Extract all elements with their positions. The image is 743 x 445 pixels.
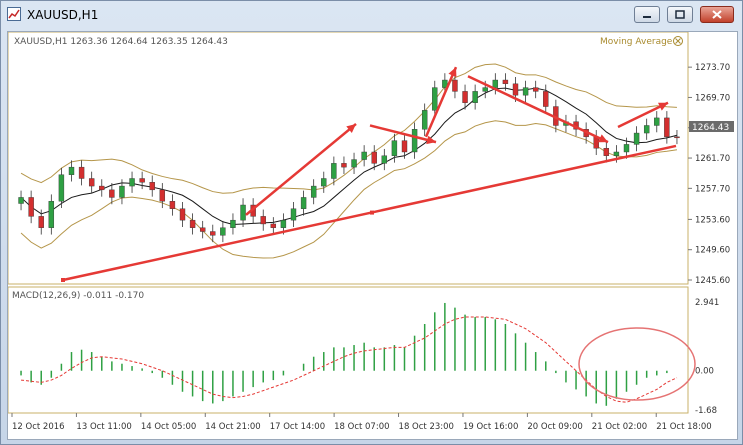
- minimize-button[interactable]: [634, 6, 660, 23]
- candle-body: [522, 87, 529, 96]
- candle-body: [260, 216, 266, 225]
- candle-body: [532, 87, 539, 92]
- price-axis-label: 1257.70: [695, 184, 730, 194]
- price-axis-label: 1261.70: [695, 154, 730, 164]
- candle-body: [99, 185, 105, 191]
- candle-body: [502, 79, 509, 85]
- candle-body: [381, 155, 388, 164]
- candle-body: [18, 197, 24, 204]
- macd-header: MACD(12,26,9) -0.011 -0.170: [12, 291, 144, 301]
- candle-body: [220, 227, 226, 236]
- candle-body: [230, 219, 236, 228]
- candle-body: [603, 147, 610, 156]
- macd-axis-label: -1.68: [695, 406, 717, 416]
- time-axis-label: 17 Oct 14:00: [270, 422, 325, 432]
- candle-body: [411, 129, 418, 153]
- price-axis-label: 1245.60: [695, 276, 730, 286]
- minimize-icon: [643, 16, 651, 18]
- candle-body: [129, 178, 135, 187]
- price-axis-label: 1273.70: [695, 63, 730, 73]
- candle-body: [189, 219, 196, 228]
- restore-icon: [675, 10, 685, 19]
- candle-body: [78, 166, 85, 179]
- candle-body: [331, 163, 337, 179]
- candle-body: [462, 91, 468, 103]
- restore-button[interactable]: [667, 6, 693, 23]
- current-price-label: 1264.43: [692, 123, 729, 133]
- time-axis-label: 14 Oct 05:00: [141, 422, 196, 432]
- candle-body: [149, 182, 155, 191]
- price-axis-label: 1269.70: [695, 93, 730, 103]
- candle-body: [48, 201, 55, 228]
- candle-body: [401, 140, 408, 153]
- time-axis-label: 19 Oct 16:00: [463, 422, 518, 432]
- candle-body: [169, 201, 176, 209]
- candle-body: [452, 79, 458, 92]
- candle-body: [341, 163, 347, 168]
- candle-body: [290, 208, 297, 221]
- candle-body: [58, 174, 65, 202]
- candle-body: [482, 87, 488, 92]
- candle-body: [300, 197, 307, 209]
- candle-body: [492, 79, 499, 88]
- close-button[interactable]: [700, 6, 734, 23]
- candle-body: [139, 178, 145, 183]
- chart-area[interactable]: 1273.701269.701265.701261.701257.701253.…: [7, 31, 738, 440]
- time-axis-label: 12 Oct 2016: [12, 422, 65, 432]
- candle-body: [159, 189, 166, 202]
- price-and-macd-chart[interactable]: 1273.701269.701265.701261.701257.701253.…: [7, 31, 737, 439]
- time-axis-label: 13 Oct 11:00: [76, 422, 131, 432]
- chart-window: XAUUSD,H1 1273.701269.701265.701261.7012…: [0, 0, 743, 445]
- candle-body: [210, 231, 216, 236]
- candle-body: [270, 223, 277, 228]
- macd-axis-label: 2.941: [695, 298, 719, 308]
- time-axis-label: 18 Oct 07:00: [334, 422, 389, 432]
- title-bar[interactable]: XAUUSD,H1: [1, 1, 742, 29]
- candle-body: [199, 227, 206, 232]
- trendline-anchor-start: [61, 278, 65, 282]
- candle-body: [472, 91, 478, 103]
- macd-axis-label: 0.00: [695, 367, 714, 377]
- main-chart-panel: [7, 31, 689, 285]
- time-axis-label: 20 Oct 09:00: [527, 422, 582, 432]
- candle-body: [68, 166, 75, 175]
- candle-body: [280, 219, 287, 228]
- candle-body: [361, 151, 367, 160]
- window-title: XAUUSD,H1: [27, 8, 99, 22]
- candle-body: [119, 185, 125, 198]
- candle-body: [654, 117, 660, 126]
- candle-body: [371, 151, 377, 164]
- chart-window-icon: [7, 7, 21, 21]
- candle-body: [240, 204, 246, 221]
- candle-body: [351, 159, 357, 168]
- candle-body: [643, 125, 650, 134]
- candle-body: [432, 87, 438, 111]
- candle-body: [543, 91, 549, 107]
- candle-body: [391, 140, 398, 156]
- candle-body: [88, 178, 95, 187]
- candle-body: [633, 132, 640, 145]
- candle-body: [674, 136, 680, 139]
- candle-body: [28, 197, 34, 217]
- close-icon: [712, 10, 722, 19]
- candle-body: [321, 178, 327, 187]
- time-axis-label: 21 Oct 02:00: [592, 422, 647, 432]
- candle-body: [512, 83, 519, 96]
- candle-body: [613, 151, 620, 156]
- candle-body: [623, 144, 630, 153]
- candle-body: [38, 216, 44, 228]
- main-chart-header: XAUUSD,H1 1263.36 1264.64 1263.35 1264.4…: [14, 37, 228, 47]
- moving-average-label: Moving Average: [600, 37, 673, 47]
- candle-body: [109, 189, 115, 198]
- candle-body: [664, 117, 670, 138]
- candle-body: [179, 208, 186, 221]
- candle-body: [310, 185, 317, 198]
- candle-body: [421, 110, 428, 130]
- time-axis-label: 14 Oct 21:00: [205, 422, 260, 432]
- time-axis-label: 18 Oct 23:00: [399, 422, 454, 432]
- time-axis-label: 21 Oct 18:00: [656, 422, 711, 432]
- trendline-anchor-mid: [370, 210, 374, 215]
- price-axis-label: 1249.60: [695, 246, 730, 256]
- price-axis-label: 1253.60: [695, 215, 730, 225]
